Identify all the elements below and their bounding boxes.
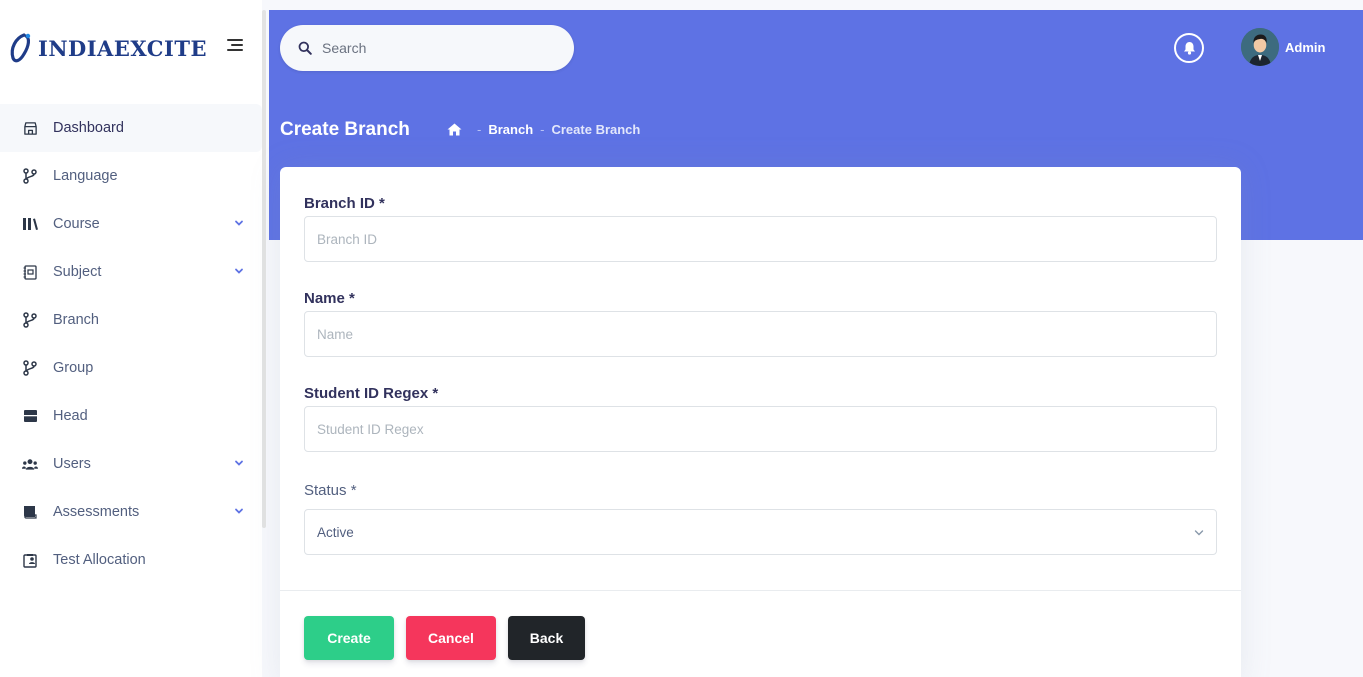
sidebar-nav: Dashboard Language Course Subject Branch… <box>0 104 262 584</box>
archive-icon <box>22 408 38 424</box>
student-id-regex-field[interactable] <box>304 406 1217 452</box>
bell-icon <box>1183 42 1195 55</box>
back-button[interactable]: Back <box>508 616 585 660</box>
books-icon <box>22 216 38 232</box>
chevron-down-icon <box>1194 530 1204 536</box>
name-field[interactable] <box>304 311 1217 357</box>
search-input[interactable] <box>322 40 552 56</box>
name-input[interactable] <box>317 326 1197 342</box>
branch-id-input[interactable] <box>317 231 1197 247</box>
sidebar-item-dashboard[interactable]: Dashboard <box>0 104 262 152</box>
home-icon[interactable] <box>447 123 462 136</box>
git-branch-icon <box>22 312 38 328</box>
branch-id-field[interactable] <box>304 216 1217 262</box>
breadcrumb-separator: - <box>540 122 545 137</box>
sidebar-item-assessments[interactable]: Assessments <box>0 488 262 536</box>
users-icon <box>22 456 38 472</box>
breadcrumb-item-branch[interactable]: Branch <box>488 122 533 137</box>
sidebar-scrollbar[interactable] <box>262 10 266 528</box>
create-branch-form-card: Branch ID * Name * Student ID Regex * St… <box>280 167 1241 677</box>
search-icon <box>298 41 312 55</box>
student-id-regex-input[interactable] <box>317 421 1197 437</box>
chevron-down-icon <box>235 220 243 226</box>
chevron-down-icon <box>235 268 243 274</box>
indiaexcite-logo-icon <box>10 33 31 63</box>
search-box[interactable] <box>280 25 574 71</box>
chevron-down-icon <box>235 508 243 514</box>
branch-id-label: Branch ID * <box>304 195 385 212</box>
user-name[interactable]: Admin <box>1285 40 1325 55</box>
sidebar-item-label: Dashboard <box>53 120 124 136</box>
sidebar-item-branch[interactable]: Branch <box>0 296 262 344</box>
sidebar-item-course[interactable]: Course <box>0 200 262 248</box>
sidebar-item-label: Test Allocation <box>53 552 146 568</box>
app-root: INDIAEXCITE Dashboard Language Course Su… <box>0 0 1363 677</box>
sidebar-item-users[interactable]: Users <box>0 440 262 488</box>
sidebar-item-group[interactable]: Group <box>0 344 262 392</box>
sidebar-item-label: Assessments <box>53 504 140 520</box>
sidebar-item-label: Language <box>53 168 118 184</box>
subject-icon <box>22 264 38 280</box>
notifications-button[interactable] <box>1174 33 1204 63</box>
card-divider <box>280 590 1241 591</box>
sidebar-item-label: Users <box>53 456 91 472</box>
status-selected-value: Active <box>317 524 354 540</box>
sidebar-item-label: Branch <box>53 312 99 328</box>
sidebar: INDIAEXCITE Dashboard Language Course Su… <box>0 0 262 677</box>
sidebar-toggle-icon[interactable] <box>227 39 243 53</box>
sidebar-item-head[interactable]: Head <box>0 392 262 440</box>
sidebar-item-test-allocation[interactable]: Test Allocation <box>0 536 262 584</box>
git-branch-icon <box>22 168 38 184</box>
name-label: Name * <box>304 290 355 307</box>
breadcrumb: - Branch - Create Branch <box>447 122 640 137</box>
clipboard-user-icon <box>22 552 38 568</box>
breadcrumb-separator: - <box>477 122 482 137</box>
status-select[interactable]: Active <box>304 509 1217 555</box>
user-avatar-icon <box>1241 28 1279 66</box>
sidebar-item-label: Head <box>53 408 88 424</box>
breadcrumb-item-current: Create Branch <box>551 122 641 137</box>
brand-name: INDIAEXCITE <box>38 35 207 61</box>
status-label: Status * <box>304 482 357 499</box>
sidebar-item-language[interactable]: Language <box>0 152 262 200</box>
sidebar-item-label: Group <box>53 360 94 376</box>
sidebar-item-subject[interactable]: Subject <box>0 248 262 296</box>
page-title: Create Branch <box>280 119 410 140</box>
create-button[interactable]: Create <box>304 616 394 660</box>
avatar[interactable] <box>1241 28 1279 66</box>
book-icon <box>22 504 38 520</box>
git-branch-icon <box>22 360 38 376</box>
cancel-button[interactable]: Cancel <box>406 616 496 660</box>
brand-logo[interactable]: INDIAEXCITE <box>8 30 207 66</box>
student-id-regex-label: Student ID Regex * <box>304 385 439 402</box>
shop-icon <box>22 120 38 136</box>
chevron-down-icon <box>235 460 243 466</box>
sidebar-item-label: Course <box>53 216 100 232</box>
sidebar-item-label: Subject <box>53 264 102 280</box>
